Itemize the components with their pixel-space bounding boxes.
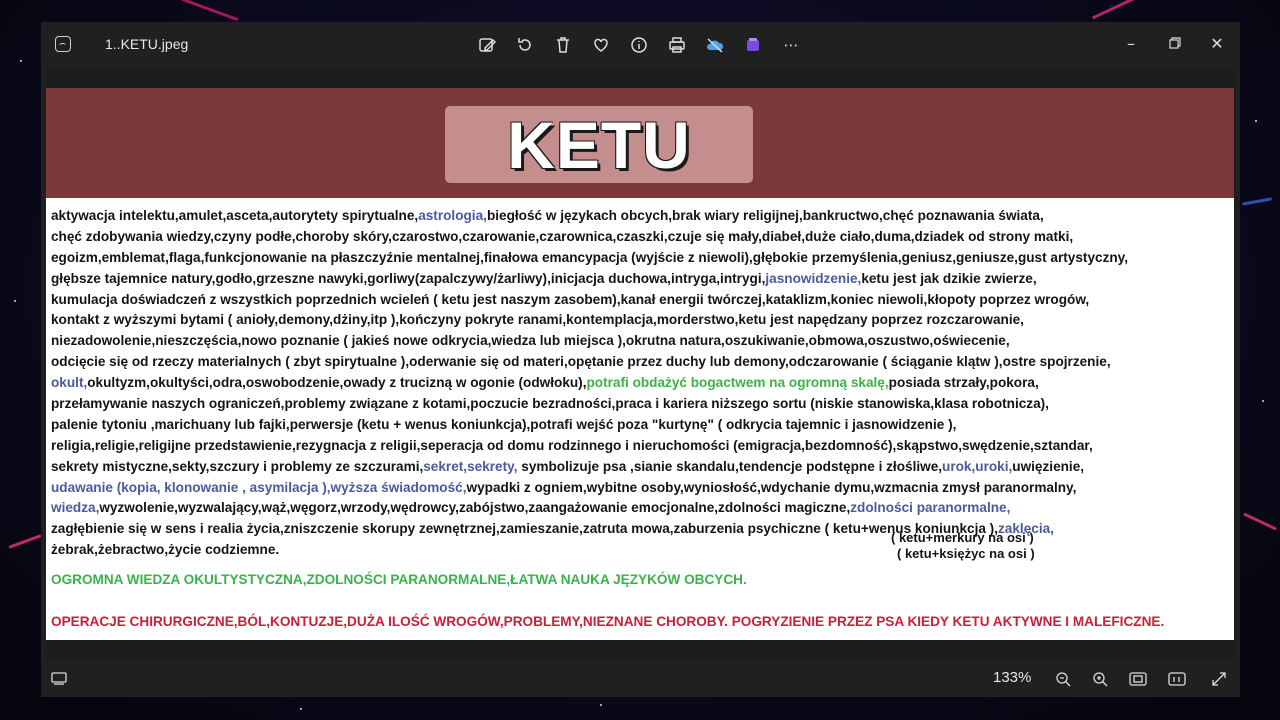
text-line: palenie tytoniu ,marichuany lub fajki,pe… bbox=[51, 415, 1231, 436]
text-line: kontakt z wyższymi bytami ( anioły,demon… bbox=[51, 310, 1231, 331]
text-segment: wiedza, bbox=[51, 500, 100, 516]
text-segment: potrafi obdażyć bogactwem na ogromną ska… bbox=[586, 375, 889, 391]
actual-size-icon[interactable] bbox=[1165, 668, 1189, 690]
text-segment: zdolności paranormalne, bbox=[850, 500, 1011, 516]
text-segment: niezadowolenie,nieszczęścia,nowo poznani… bbox=[51, 333, 1010, 349]
displayed-image: KETU aktywacja intelektu,amulet,asceta,a… bbox=[46, 88, 1234, 640]
file-name: 1..KETU.jpeg bbox=[105, 36, 189, 52]
background-streak bbox=[1243, 512, 1277, 531]
text-line: zagłębienie się w sens i realia życia,zn… bbox=[51, 519, 1231, 540]
text-segment: okult, bbox=[51, 375, 88, 391]
rotate-icon[interactable] bbox=[512, 32, 538, 58]
zoom-out-icon[interactable] bbox=[1051, 668, 1075, 690]
text-line: aktywacja intelektu,amulet,asceta,autory… bbox=[51, 206, 1231, 227]
zoom-in-icon[interactable] bbox=[1088, 668, 1112, 690]
background-star bbox=[20, 60, 22, 62]
text-line: chęć zdobywania wiedzy,czyny podłe,choro… bbox=[51, 227, 1231, 248]
background-streak bbox=[1091, 0, 1139, 20]
text-line: egoizm,emblemat,flaga,funkcjonowanie na … bbox=[51, 248, 1231, 269]
text-segment: biegłość w językach obcych,brak wiary re… bbox=[486, 208, 1044, 223]
text-segment: urok,uroki, bbox=[942, 458, 1013, 474]
text-line: kumulacja doświadczeń z wszystkich poprz… bbox=[51, 290, 1231, 311]
favorite-icon[interactable] bbox=[588, 32, 614, 58]
clipchamp-icon[interactable] bbox=[740, 32, 766, 58]
fit-to-window-icon[interactable] bbox=[1126, 668, 1150, 690]
text-segment: jasnowidzenie, bbox=[765, 270, 862, 286]
background-star bbox=[1255, 120, 1257, 122]
text-line: niezadowolenie,nieszczęścia,nowo poznani… bbox=[51, 331, 1231, 352]
restore-button[interactable] bbox=[1158, 28, 1192, 58]
text-segment: sekret,sekrety, bbox=[423, 458, 518, 474]
text-segment: posiada strzały,pokora, bbox=[888, 375, 1039, 391]
text-segment: astrologia, bbox=[418, 208, 487, 223]
zoom-level: 133% bbox=[993, 669, 1032, 686]
text-segment: chęć zdobywania wiedzy,czyny podłe,choro… bbox=[51, 228, 1074, 244]
edit-image-icon[interactable] bbox=[474, 32, 500, 58]
text-segment: głębsze tajemnice natury,godło,grzeszne … bbox=[51, 270, 766, 286]
red-summary-line: OPERACJE CHIRURGICZNE,BÓL,KONTUZJE,DUŻA … bbox=[51, 614, 1165, 629]
minimize-button[interactable]: – bbox=[1114, 28, 1148, 58]
text-segment: religia,religie,religijne przedstawienie… bbox=[51, 437, 1093, 453]
note-line-1: ( ketu+merkury na osi ) bbox=[891, 530, 1034, 545]
text-segment: ketu jest jak dzikie zwierze, bbox=[861, 270, 1037, 286]
print-icon[interactable] bbox=[664, 32, 690, 58]
text-segment: okultyzm,okultyści,odra,oswobodzenie,owa… bbox=[87, 375, 587, 391]
onedrive-icon[interactable] bbox=[702, 32, 728, 58]
close-button[interactable]: ✕ bbox=[1200, 28, 1234, 58]
photos-app-window: 1..KETU.jpeg ⋯ – ✕ KETU aktywacja intele… bbox=[41, 22, 1240, 697]
text-segment: żebrak,żebractwo,życie codziemne. bbox=[51, 542, 280, 558]
text-segment: wypadki z ogniem,wybitne osoby,wyniosłoś… bbox=[466, 479, 1077, 495]
background-star bbox=[14, 300, 16, 302]
text-segment: aktywacja intelektu,amulet,asceta,autory… bbox=[51, 208, 419, 223]
fullscreen-icon[interactable] bbox=[1207, 668, 1231, 690]
text-line: przełamywanie naszych ograniczeń,problem… bbox=[51, 394, 1231, 415]
background-star bbox=[300, 708, 302, 710]
text-segment: wyzwolenie,wyzwalający,wąż,węgorz,wrzody… bbox=[99, 500, 851, 516]
text-segment: palenie tytoniu ,marichuany lub fajki,pe… bbox=[51, 416, 957, 432]
text-line: religia,religie,religijne przedstawienie… bbox=[51, 436, 1231, 457]
text-segment: udawanie (kopia, klonowanie , asymilacja… bbox=[51, 479, 467, 495]
text-segment: symbolizuje psa ,sianie skandalu,tendenc… bbox=[517, 458, 943, 474]
photos-app-icon bbox=[55, 36, 71, 52]
text-segment: egoizm,emblemat,flaga,funkcjonowanie na … bbox=[51, 249, 1128, 265]
image-title: KETU bbox=[507, 107, 691, 182]
text-segment: zagłębienie się w sens i realia życia,zn… bbox=[51, 521, 998, 537]
text-segment: przełamywanie naszych ograniczeń,problem… bbox=[51, 396, 1049, 412]
text-line: żebrak,żebractwo,życie codziemne. bbox=[51, 540, 1231, 561]
text-line: udawanie (kopia, klonowanie , asymilacja… bbox=[51, 478, 1231, 499]
text-line: odcięcie się od rzeczy materialnych ( zb… bbox=[51, 352, 1231, 373]
background-star bbox=[600, 704, 602, 706]
text-segment: odcięcie się od rzeczy materialnych ( zb… bbox=[51, 354, 1111, 370]
note-line-2: ( ketu+księżyc na osi ) bbox=[897, 546, 1035, 561]
text-line: okult,okultyzm,okultyści,odra,oswobodzen… bbox=[51, 373, 1231, 394]
image-canvas: KETU aktywacja intelektu,amulet,asceta,a… bbox=[46, 68, 1235, 659]
bottom-bar: 133% bbox=[41, 659, 1240, 697]
keywords-paragraph: aktywacja intelektu,amulet,asceta,autory… bbox=[51, 206, 1231, 561]
text-segment: uwięzienie, bbox=[1012, 458, 1085, 474]
background-streak bbox=[8, 534, 42, 549]
background-streak bbox=[1241, 197, 1273, 206]
text-segment: kontakt z wyższymi bytami ( anioły,demon… bbox=[51, 312, 1024, 328]
title-bar: 1..KETU.jpeg ⋯ – ✕ bbox=[41, 22, 1240, 68]
green-summary-line: OGROMNA WIEDZA OKULTYSTYCZNA,ZDOLNOŚCI P… bbox=[51, 572, 747, 587]
delete-icon[interactable] bbox=[550, 32, 576, 58]
info-icon[interactable] bbox=[626, 32, 652, 58]
background-star bbox=[1262, 400, 1264, 402]
title-box: KETU bbox=[445, 106, 753, 183]
text-line: głębsze tajemnice natury,godło,grzeszne … bbox=[51, 269, 1231, 290]
more-icon[interactable]: ⋯ bbox=[778, 32, 804, 58]
text-segment: kumulacja doświadczeń z wszystkich poprz… bbox=[51, 291, 1090, 307]
background-streak bbox=[181, 0, 239, 22]
filmstrip-icon[interactable] bbox=[47, 668, 71, 690]
text-line: sekrety mistyczne,sekty,szczury i proble… bbox=[51, 457, 1231, 478]
text-line: wiedza,wyzwolenie,wyzwalający,wąż,węgorz… bbox=[51, 498, 1231, 519]
image-banner: KETU bbox=[46, 88, 1234, 198]
text-segment: sekrety mistyczne,sekty,szczury i proble… bbox=[51, 458, 424, 474]
